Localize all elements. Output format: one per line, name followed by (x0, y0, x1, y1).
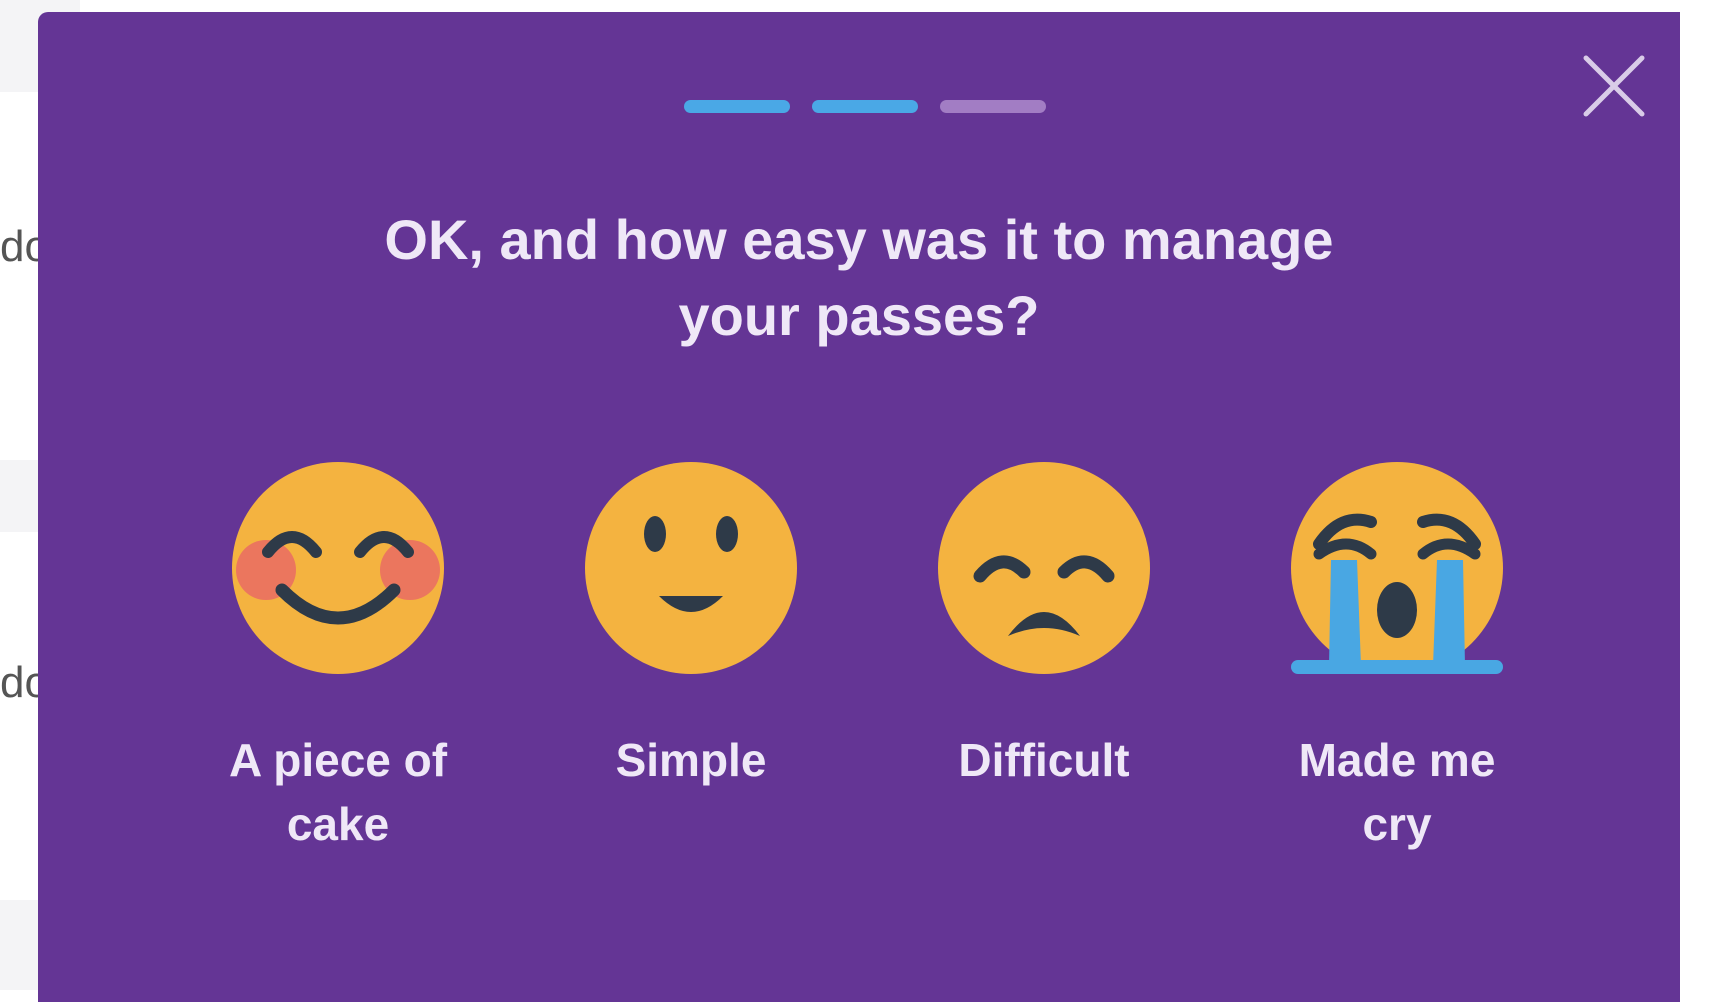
progress-indicator (684, 100, 1046, 113)
progress-step-1 (684, 100, 790, 113)
rating-option-difficult[interactable]: Difficult (894, 460, 1194, 792)
disappointed-emoji-icon (938, 462, 1150, 674)
rating-option-simple[interactable]: Simple (541, 460, 841, 792)
progress-step-2 (812, 100, 918, 113)
loudly-crying-emoji-icon (1291, 462, 1503, 674)
slight-smile-emoji-icon (585, 462, 797, 674)
rating-option-label: Simple (615, 734, 767, 786)
progress-step-3 (940, 100, 1046, 113)
rating-options: A piece of cake Simple Difficult Made me… (38, 460, 1680, 860)
survey-question-line: OK, and how easy was it to manage (384, 208, 1334, 271)
rating-option-piece-of-cake[interactable]: A piece of cake (188, 460, 488, 856)
background-right-edge (1680, 0, 1716, 990)
close-icon (1583, 55, 1645, 117)
survey-question: OK, and how easy was it to manage your p… (38, 202, 1680, 354)
survey-question-line: your passes? (678, 284, 1040, 347)
survey-modal: OK, and how easy was it to manage your p… (38, 12, 1680, 1002)
rating-option-label: A piece of cake (228, 734, 448, 850)
close-button[interactable] (1580, 52, 1648, 120)
rating-option-label: Difficult (958, 734, 1130, 786)
rating-option-label: Made me cry (1298, 734, 1496, 850)
blushing-smile-emoji-icon (232, 462, 444, 674)
rating-option-made-me-cry[interactable]: Made me cry (1247, 460, 1547, 856)
